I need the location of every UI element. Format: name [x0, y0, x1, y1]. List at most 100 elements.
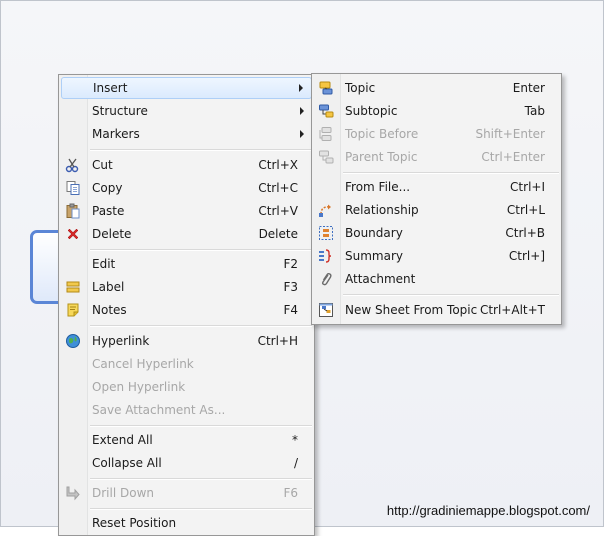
menu-item-collapse-all[interactable]: Collapse All /: [61, 452, 312, 474]
submenu-item-subtopic[interactable]: Subtopic Tab: [314, 100, 559, 122]
menu-item-paste[interactable]: Paste Ctrl+V: [61, 200, 312, 222]
menu-item-edit[interactable]: Edit F2: [61, 253, 312, 275]
menu-item-shortcut: Ctrl+V: [258, 204, 298, 218]
menu-item-shortcut: Shift+Enter: [475, 127, 545, 141]
copy-icon: [65, 180, 81, 196]
submenu-arrow-icon: [300, 107, 304, 115]
menu-item-structure[interactable]: Structure: [61, 100, 312, 122]
insert-submenu: Topic Enter Subtopic Tab Topic Before Sh…: [311, 73, 562, 325]
menu-item-shortcut: Tab: [524, 104, 545, 118]
drill-down-arrow-icon: [65, 485, 81, 501]
menu-item-label: Reset Position: [92, 516, 177, 530]
menu-item-label: Markers: [92, 127, 140, 141]
menu-item-label: New Sheet From Topic: [345, 303, 478, 317]
submenu-item-relationship[interactable]: Relationship Ctrl+L: [314, 199, 559, 221]
submenu-item-topic-before[interactable]: Topic Before Shift+Enter: [314, 123, 559, 145]
menu-item-shortcut: F4: [283, 303, 298, 317]
menu-item-insert[interactable]: Insert: [61, 77, 312, 99]
label-tag-icon: [65, 279, 81, 295]
menu-item-label: Cut: [92, 158, 113, 172]
menu-item-shortcut: Ctrl+L: [506, 203, 545, 217]
menu-item-label-entry[interactable]: Label F3: [61, 276, 312, 298]
menu-item-markers[interactable]: Markers: [61, 123, 312, 145]
summary-brace-icon: [318, 248, 334, 264]
submenu-item-attachment[interactable]: Attachment: [314, 268, 559, 290]
menu-separator: [90, 325, 312, 327]
subtopic-icon: [318, 103, 334, 119]
note-icon: [65, 302, 81, 318]
blog-url-watermark: http://gradiniemappe.blogspot.com/: [386, 503, 590, 518]
menu-item-label: Relationship: [345, 203, 419, 217]
menu-separator: [90, 425, 312, 427]
menu-item-reset-position[interactable]: Reset Position: [61, 512, 312, 534]
menu-item-hyperlink[interactable]: Hyperlink Ctrl+H: [61, 330, 312, 352]
menu-item-shortcut: Ctrl+Alt+T: [479, 303, 545, 317]
menu-item-shortcut: Ctrl+X: [258, 158, 298, 172]
menu-separator: [90, 249, 312, 251]
menu-item-shortcut: F3: [283, 280, 298, 294]
menu-item-label: Open Hyperlink: [92, 380, 186, 394]
globe-icon: [65, 333, 81, 349]
menu-item-shortcut: Delete: [258, 227, 298, 241]
menu-item-label: Parent Topic: [345, 150, 418, 164]
menu-item-shortcut: Enter: [512, 81, 545, 95]
context-menu: Insert Structure Markers Cut Ctrl+X Copy…: [58, 74, 315, 536]
submenu-item-summary[interactable]: Summary Ctrl+]: [314, 245, 559, 267]
menu-item-delete[interactable]: Delete Delete: [61, 223, 312, 245]
menu-separator: [90, 478, 312, 480]
menu-item-copy[interactable]: Copy Ctrl+C: [61, 177, 312, 199]
menu-item-label: Collapse All: [92, 456, 162, 470]
menu-item-shortcut: F6: [283, 486, 298, 500]
submenu-item-new-sheet-from-topic[interactable]: New Sheet From Topic Ctrl+Alt+T: [314, 299, 559, 321]
menu-separator: [90, 149, 312, 151]
menu-item-notes[interactable]: Notes F4: [61, 299, 312, 321]
menu-item-label: Cancel Hyperlink: [92, 357, 194, 371]
menu-item-label: Structure: [92, 104, 148, 118]
menu-item-label: Summary: [345, 249, 403, 263]
menu-separator: [90, 508, 312, 510]
menu-item-shortcut: Ctrl+H: [257, 334, 298, 348]
menu-item-label: Boundary: [345, 226, 403, 240]
menu-item-label: Insert: [93, 81, 128, 95]
menu-item-shortcut: Ctrl+Enter: [481, 150, 545, 164]
new-sheet-icon: [318, 302, 334, 318]
menu-item-label: Hyperlink: [92, 334, 150, 348]
menu-item-label: Copy: [92, 181, 123, 195]
menu-item-cancel-hyperlink[interactable]: Cancel Hyperlink: [61, 353, 312, 375]
menu-item-shortcut: *: [292, 433, 298, 447]
menu-item-extend-all[interactable]: Extend All *: [61, 429, 312, 451]
menu-item-shortcut: Ctrl+]: [508, 249, 545, 263]
menu-item-label: Edit: [92, 257, 116, 271]
submenu-item-parent-topic[interactable]: Parent Topic Ctrl+Enter: [314, 146, 559, 168]
menu-item-open-hyperlink[interactable]: Open Hyperlink: [61, 376, 312, 398]
relationship-icon: [318, 202, 334, 218]
menu-item-label: Save Attachment As...: [92, 403, 226, 417]
menu-item-label: Topic: [345, 81, 376, 95]
menu-item-label: Delete: [92, 227, 132, 241]
menu-item-label: Paste: [92, 204, 125, 218]
submenu-arrow-icon: [299, 84, 303, 92]
submenu-item-topic[interactable]: Topic Enter: [314, 77, 559, 99]
menu-item-label: Topic Before: [345, 127, 419, 141]
menu-item-drill-down[interactable]: Drill Down F6: [61, 482, 312, 504]
menu-item-shortcut: Ctrl+B: [505, 226, 545, 240]
parent-topic-icon: [318, 149, 334, 165]
menu-item-cut[interactable]: Cut Ctrl+X: [61, 154, 312, 176]
red-x-delete-icon: [65, 226, 81, 242]
paperclip-icon: [318, 271, 334, 287]
menu-separator: [343, 172, 559, 174]
menu-item-label: Subtopic: [345, 104, 398, 118]
scissors-icon: [65, 157, 81, 173]
topic-before-icon: [318, 126, 334, 142]
menu-item-shortcut: F2: [283, 257, 298, 271]
submenu-item-boundary[interactable]: Boundary Ctrl+B: [314, 222, 559, 244]
menu-item-label: From File...: [345, 180, 411, 194]
menu-item-label: Label: [92, 280, 125, 294]
topic-icon: [318, 80, 334, 96]
menu-item-shortcut: Ctrl+I: [510, 180, 545, 194]
boundary-icon: [318, 225, 334, 241]
submenu-item-from-file[interactable]: From File... Ctrl+I: [314, 176, 559, 198]
menu-item-label: Notes: [92, 303, 127, 317]
menu-item-save-attachment-as[interactable]: Save Attachment As...: [61, 399, 312, 421]
menu-item-shortcut: /: [293, 456, 298, 470]
